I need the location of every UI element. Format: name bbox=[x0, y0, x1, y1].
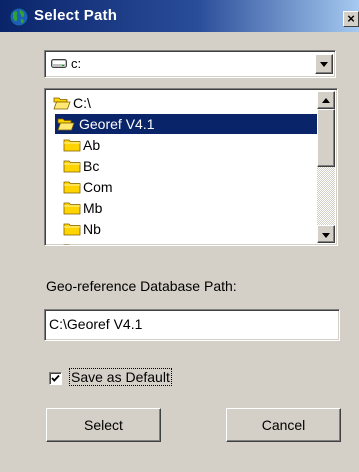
window-title: Select Path bbox=[34, 7, 118, 24]
title-bar[interactable]: Select Path × bbox=[0, 0, 359, 32]
chevron-down-icon bbox=[320, 62, 328, 67]
open-folder-icon bbox=[57, 118, 75, 131]
folder-icon bbox=[63, 139, 81, 152]
cancel-button[interactable]: Cancel bbox=[226, 408, 341, 442]
save-default-label[interactable]: Save as Default bbox=[69, 368, 172, 386]
drive-select[interactable]: c: bbox=[44, 50, 336, 78]
folder-icon bbox=[63, 223, 81, 236]
list-item[interactable]: Bc bbox=[63, 156, 303, 176]
globe-icon bbox=[9, 7, 29, 27]
drive-dropdown-button[interactable] bbox=[315, 54, 333, 74]
folder-icon bbox=[63, 202, 81, 215]
list-item-label: Georef V4.1 bbox=[79, 116, 155, 132]
list-item-label: Nb bbox=[83, 221, 101, 237]
select-button[interactable]: Select bbox=[46, 408, 161, 442]
chevron-up-icon bbox=[322, 98, 330, 103]
list-item-label: Mb bbox=[83, 200, 103, 216]
scrollbar-thumb[interactable] bbox=[317, 109, 335, 167]
list-item-selected[interactable]: Georef V4.1 bbox=[55, 114, 317, 134]
list-item-partial[interactable] bbox=[63, 240, 303, 245]
list-item[interactable]: Nb bbox=[63, 219, 303, 239]
close-button[interactable]: × bbox=[343, 11, 359, 27]
scroll-up-button[interactable] bbox=[317, 91, 335, 109]
checkmark-icon bbox=[51, 374, 60, 382]
path-field-label: Geo-reference Database Path: bbox=[46, 278, 237, 294]
vertical-scrollbar[interactable] bbox=[317, 91, 335, 243]
close-icon: × bbox=[347, 11, 355, 26]
list-item-label: Ab bbox=[83, 137, 101, 153]
list-item-label: C:\ bbox=[73, 95, 91, 111]
directory-list[interactable]: C:\ Georef V4.1 Ab Bc Com Mb Nb bbox=[44, 88, 338, 246]
folder-icon bbox=[63, 244, 70, 245]
list-item[interactable]: Com bbox=[63, 177, 303, 197]
chevron-down-icon bbox=[322, 233, 330, 238]
path-input-value: C:\Georef V4.1 bbox=[49, 316, 143, 332]
drive-value: c: bbox=[71, 56, 82, 71]
folder-icon bbox=[63, 181, 81, 194]
drive-icon bbox=[51, 59, 67, 68]
list-item-label: Com bbox=[83, 179, 113, 195]
list-item[interactable]: Ab bbox=[63, 135, 303, 155]
list-item[interactable]: C:\ bbox=[53, 93, 313, 113]
open-folder-icon bbox=[53, 97, 71, 110]
list-item-label: Bc bbox=[83, 158, 100, 174]
path-input[interactable]: C:\Georef V4.1 bbox=[44, 309, 340, 341]
folder-icon bbox=[63, 160, 81, 173]
scroll-down-button[interactable] bbox=[317, 225, 335, 243]
save-default-checkbox[interactable] bbox=[49, 372, 62, 385]
list-item[interactable]: Mb bbox=[63, 198, 303, 218]
